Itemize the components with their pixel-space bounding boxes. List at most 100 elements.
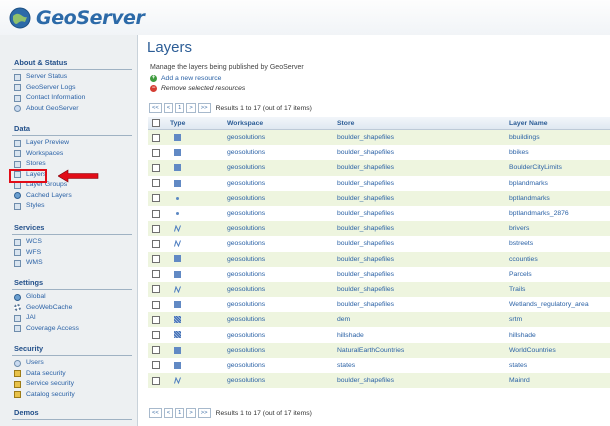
store-link[interactable]: boulder_shapefiles (337, 129, 509, 146)
next-page-button[interactable]: > (186, 408, 196, 418)
store-link[interactable]: boulder_shapefiles (337, 281, 509, 298)
sidebar-item-data-security[interactable]: Data security (0, 369, 137, 380)
store-link[interactable]: NaturalEarthCountries (337, 342, 509, 358)
row-checkbox[interactable] (152, 270, 160, 279)
store-link[interactable]: boulder_shapefiles (337, 160, 509, 176)
sidebar-item-jai[interactable]: JAI (0, 313, 137, 324)
sidebar-item-catalog-security[interactable]: Catalog security (0, 390, 137, 401)
layer-name-link[interactable]: bbikes (509, 145, 610, 161)
workspace-link[interactable]: geosolutions (227, 160, 337, 176)
store-link[interactable]: boulder_shapefiles (337, 297, 509, 313)
next-page-button[interactable]: > (186, 103, 196, 113)
layer-name-link[interactable]: bstreets (509, 236, 610, 252)
workspace-link[interactable]: geosolutions (227, 175, 337, 191)
store-link[interactable]: boulder_shapefiles (337, 236, 509, 252)
row-checkbox[interactable] (152, 300, 160, 309)
layer-name-link[interactable]: WorldCountries (509, 342, 610, 358)
column-header-layer-name[interactable]: Layer Name (509, 117, 610, 130)
sidebar-section-title[interactable]: Demos (0, 408, 137, 418)
layer-name-link[interactable]: brivers (509, 221, 610, 237)
row-checkbox[interactable] (152, 346, 160, 355)
row-checkbox[interactable] (152, 239, 160, 248)
store-link[interactable]: boulder_shapefiles (337, 190, 509, 206)
layer-name-link[interactable]: bplandmarks (509, 175, 610, 191)
workspace-link[interactable]: geosolutions (227, 373, 337, 389)
sidebar-item-cached-layers[interactable]: Cached Layers (0, 191, 137, 202)
layer-name-link[interactable]: bptlandmarks_2876 (509, 205, 610, 222)
sidebar-item-about-geoserver[interactable]: About GeoServer (0, 104, 137, 115)
store-link[interactable]: boulder_shapefiles (337, 221, 509, 237)
sidebar-item-wfs[interactable]: WFS (0, 248, 137, 259)
workspace-link[interactable]: geosolutions (227, 327, 337, 343)
workspace-link[interactable]: geosolutions (227, 297, 337, 313)
layer-name-link[interactable]: bbuildings (509, 129, 610, 146)
row-checkbox[interactable] (152, 224, 160, 233)
page-number-button[interactable]: 1 (175, 103, 185, 113)
workspace-link[interactable]: geosolutions (227, 145, 337, 161)
row-checkbox[interactable] (152, 331, 160, 340)
layer-name-link[interactable]: hillshade (509, 327, 610, 343)
add-resource-link[interactable]: + Add a new resource (150, 75, 221, 82)
last-page-button[interactable]: >> (197, 408, 211, 418)
row-checkbox[interactable] (152, 194, 160, 203)
column-header-workspace[interactable]: Workspace (227, 117, 337, 130)
layer-name-link[interactable]: BoulderCityLimits (509, 160, 610, 176)
store-link[interactable]: dem (337, 312, 509, 328)
first-page-button[interactable]: << (149, 103, 162, 113)
sidebar-item-global[interactable]: Global (0, 292, 137, 303)
sidebar-item-coverage-access[interactable]: Coverage Access (0, 324, 137, 335)
workspace-link[interactable]: geosolutions (227, 357, 337, 373)
sidebar-item-wcs[interactable]: WCS (0, 237, 137, 248)
row-checkbox[interactable] (152, 133, 160, 142)
row-checkbox[interactable] (152, 376, 160, 385)
column-header-store[interactable]: Store (337, 117, 509, 130)
store-link[interactable]: hillshade (337, 327, 509, 343)
workspace-link[interactable]: geosolutions (227, 251, 337, 267)
layer-name-link[interactable]: Wetlands_regulatory_area (509, 297, 610, 313)
workspace-link[interactable]: geosolutions (227, 281, 337, 298)
workspace-link[interactable]: geosolutions (227, 312, 337, 328)
store-link[interactable]: boulder_shapefiles (337, 145, 509, 161)
sidebar-item-geowebcache[interactable]: GeoWebCache (0, 303, 137, 314)
layer-name-link[interactable]: Trails (509, 281, 610, 298)
sidebar-item-styles[interactable]: Styles (0, 201, 137, 212)
store-link[interactable]: boulder_shapefiles (337, 205, 509, 222)
store-link[interactable]: boulder_shapefiles (337, 266, 509, 282)
prev-page-button[interactable]: < (163, 408, 174, 418)
sidebar-item-users[interactable]: Users (0, 358, 137, 369)
workspace-link[interactable]: geosolutions (227, 236, 337, 252)
first-page-button[interactable]: << (149, 408, 162, 418)
column-header-type[interactable]: Type (170, 117, 227, 130)
sidebar-item-stores[interactable]: Stores (0, 159, 137, 170)
sidebar-item-geoserver-logs[interactable]: GeoServer Logs (0, 83, 137, 94)
page-number-button[interactable]: 1 (175, 408, 185, 418)
row-checkbox[interactable] (152, 148, 160, 157)
workspace-link[interactable]: geosolutions (227, 205, 337, 222)
sidebar-item-service-security[interactable]: Service security (0, 379, 137, 390)
store-link[interactable]: boulder_shapefiles (337, 251, 509, 267)
row-checkbox[interactable] (152, 285, 160, 294)
sidebar-item-layer-preview[interactable]: Layer Preview (0, 138, 137, 149)
prev-page-button[interactable]: < (163, 103, 174, 113)
geoserver-logo[interactable]: GeoServer (9, 7, 145, 29)
store-link[interactable]: boulder_shapefiles (337, 175, 509, 191)
layer-name-link[interactable]: ccounties (509, 251, 610, 267)
row-checkbox[interactable] (152, 209, 160, 218)
row-checkbox[interactable] (152, 361, 160, 370)
remove-resources-link[interactable]: − Remove selected resources (150, 85, 245, 92)
layer-name-link[interactable]: srtm (509, 312, 610, 328)
sidebar-item-workspaces[interactable]: Workspaces (0, 149, 137, 160)
workspace-link[interactable]: geosolutions (227, 190, 337, 206)
layer-name-link[interactable]: Parcels (509, 266, 610, 282)
layer-name-link[interactable]: Mainrd (509, 373, 610, 389)
sidebar-item-wms[interactable]: WMS (0, 258, 137, 269)
layer-name-link[interactable]: bptlandmarks (509, 190, 610, 206)
row-checkbox[interactable] (152, 179, 160, 188)
layer-name-link[interactable]: states (509, 357, 610, 373)
row-checkbox[interactable] (152, 163, 160, 172)
workspace-link[interactable]: geosolutions (227, 129, 337, 146)
store-link[interactable]: states (337, 357, 509, 373)
sidebar-item-server-status[interactable]: Server Status (0, 72, 137, 83)
store-link[interactable]: boulder_shapefiles (337, 373, 509, 389)
last-page-button[interactable]: >> (197, 103, 211, 113)
